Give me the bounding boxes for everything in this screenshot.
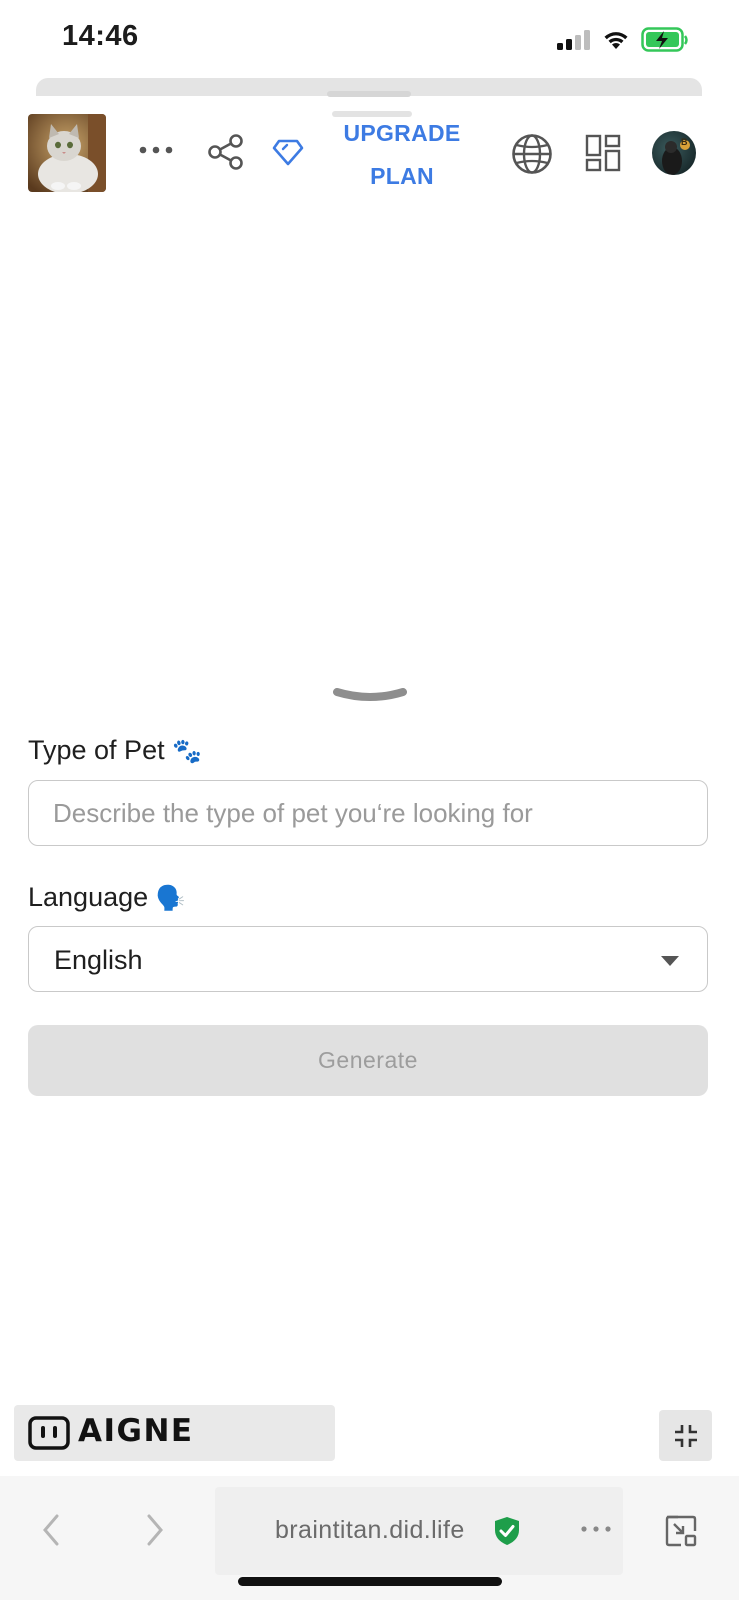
caret-down-icon — [661, 956, 679, 966]
pet-type-label: Type of Pet 🐾 — [28, 735, 202, 766]
plan-label: PLAN — [370, 163, 434, 189]
avatar-badge: B — [681, 137, 688, 147]
pet-type-input[interactable] — [29, 781, 707, 845]
aigne-brand-text: AIGNE — [78, 1413, 194, 1449]
diamond-icon[interactable] — [272, 138, 304, 166]
language-select[interactable]: English — [28, 926, 708, 992]
generate-button[interactable]: Generate — [28, 1025, 708, 1096]
home-indicator[interactable] — [238, 1577, 502, 1586]
cat-thumbnail[interactable] — [28, 114, 106, 192]
shield-check-icon — [495, 1517, 519, 1545]
upgrade-plan-button[interactable]: UPGRADE PLAN — [334, 112, 470, 198]
language-label: Language 🗣️ — [28, 882, 186, 913]
more-horizontal-icon[interactable] — [138, 144, 174, 156]
language-selected-value: English — [54, 945, 143, 975]
cellular-signal-icon — [557, 30, 591, 50]
back-icon[interactable] — [40, 1513, 62, 1547]
forward-icon[interactable] — [144, 1513, 166, 1547]
exit-fullscreen-icon[interactable] — [664, 1514, 698, 1548]
sheet-drag-handle[interactable] — [327, 91, 411, 97]
browser-more-icon[interactable] — [580, 1524, 612, 1534]
collapse-button[interactable] — [659, 1410, 712, 1461]
globe-icon[interactable] — [511, 133, 553, 175]
aigne-brand-badge[interactable]: AIGNE — [14, 1405, 335, 1461]
grid-apps-icon[interactable] — [585, 134, 621, 172]
wifi-icon — [604, 32, 628, 49]
aigne-logo-icon — [28, 1416, 70, 1450]
avatar[interactable]: B — [652, 131, 696, 175]
upgrade-label: UPGRADE — [343, 120, 461, 146]
speaking-head-icon: 🗣️ — [155, 885, 186, 912]
collapse-handle[interactable] — [333, 688, 407, 702]
paw-prints-icon: 🐾 — [172, 738, 202, 765]
address-bar[interactable]: braintitan.did.life — [215, 1487, 623, 1575]
generate-label: Generate — [318, 1047, 418, 1073]
language-label-text: Language — [28, 882, 149, 912]
battery-charging-icon — [641, 27, 688, 52]
url-text: braintitan.did.life — [275, 1516, 465, 1544]
status-time: 14:46 — [62, 20, 139, 52]
share-icon[interactable] — [207, 133, 245, 171]
pet-type-label-text: Type of Pet — [28, 735, 165, 765]
pet-type-field[interactable] — [28, 780, 708, 846]
collapse-arrows-icon — [675, 1425, 697, 1447]
